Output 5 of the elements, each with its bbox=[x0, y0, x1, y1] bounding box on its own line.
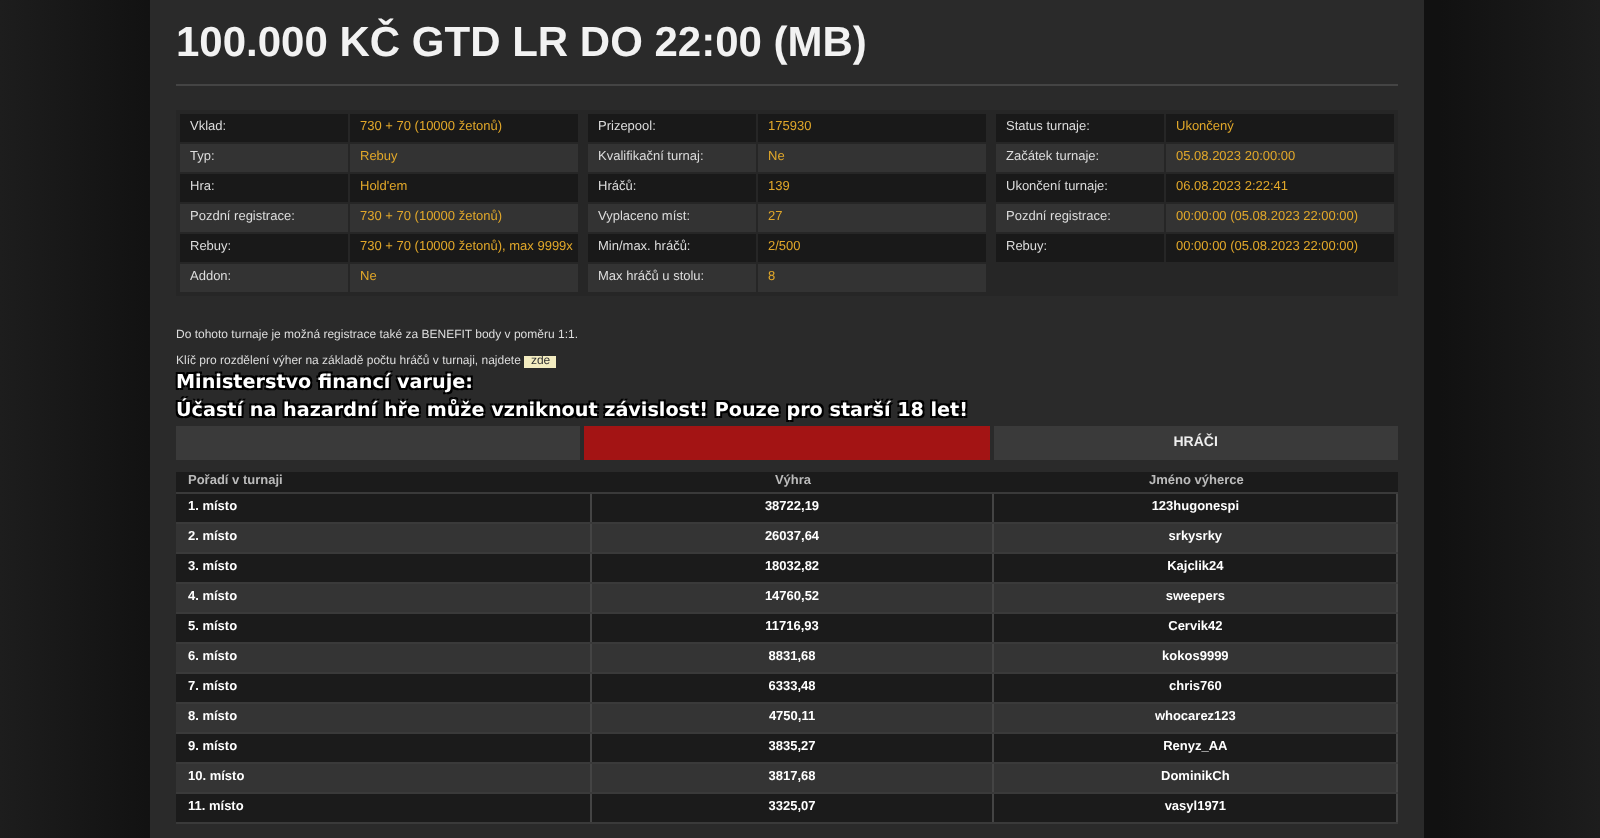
page-title: 100.000 KČ GTD LR DO 22:00 (MB) bbox=[176, 16, 869, 70]
warning-text: Ministerstvo financí varuje: bbox=[176, 370, 475, 398]
tab[interactable] bbox=[176, 426, 581, 460]
tab[interactable] bbox=[584, 426, 990, 460]
warning-text: Účastí na hazardní hře může vzniknout závislost! Pouze pro starší 18 let! bbox=[176, 398, 969, 426]
